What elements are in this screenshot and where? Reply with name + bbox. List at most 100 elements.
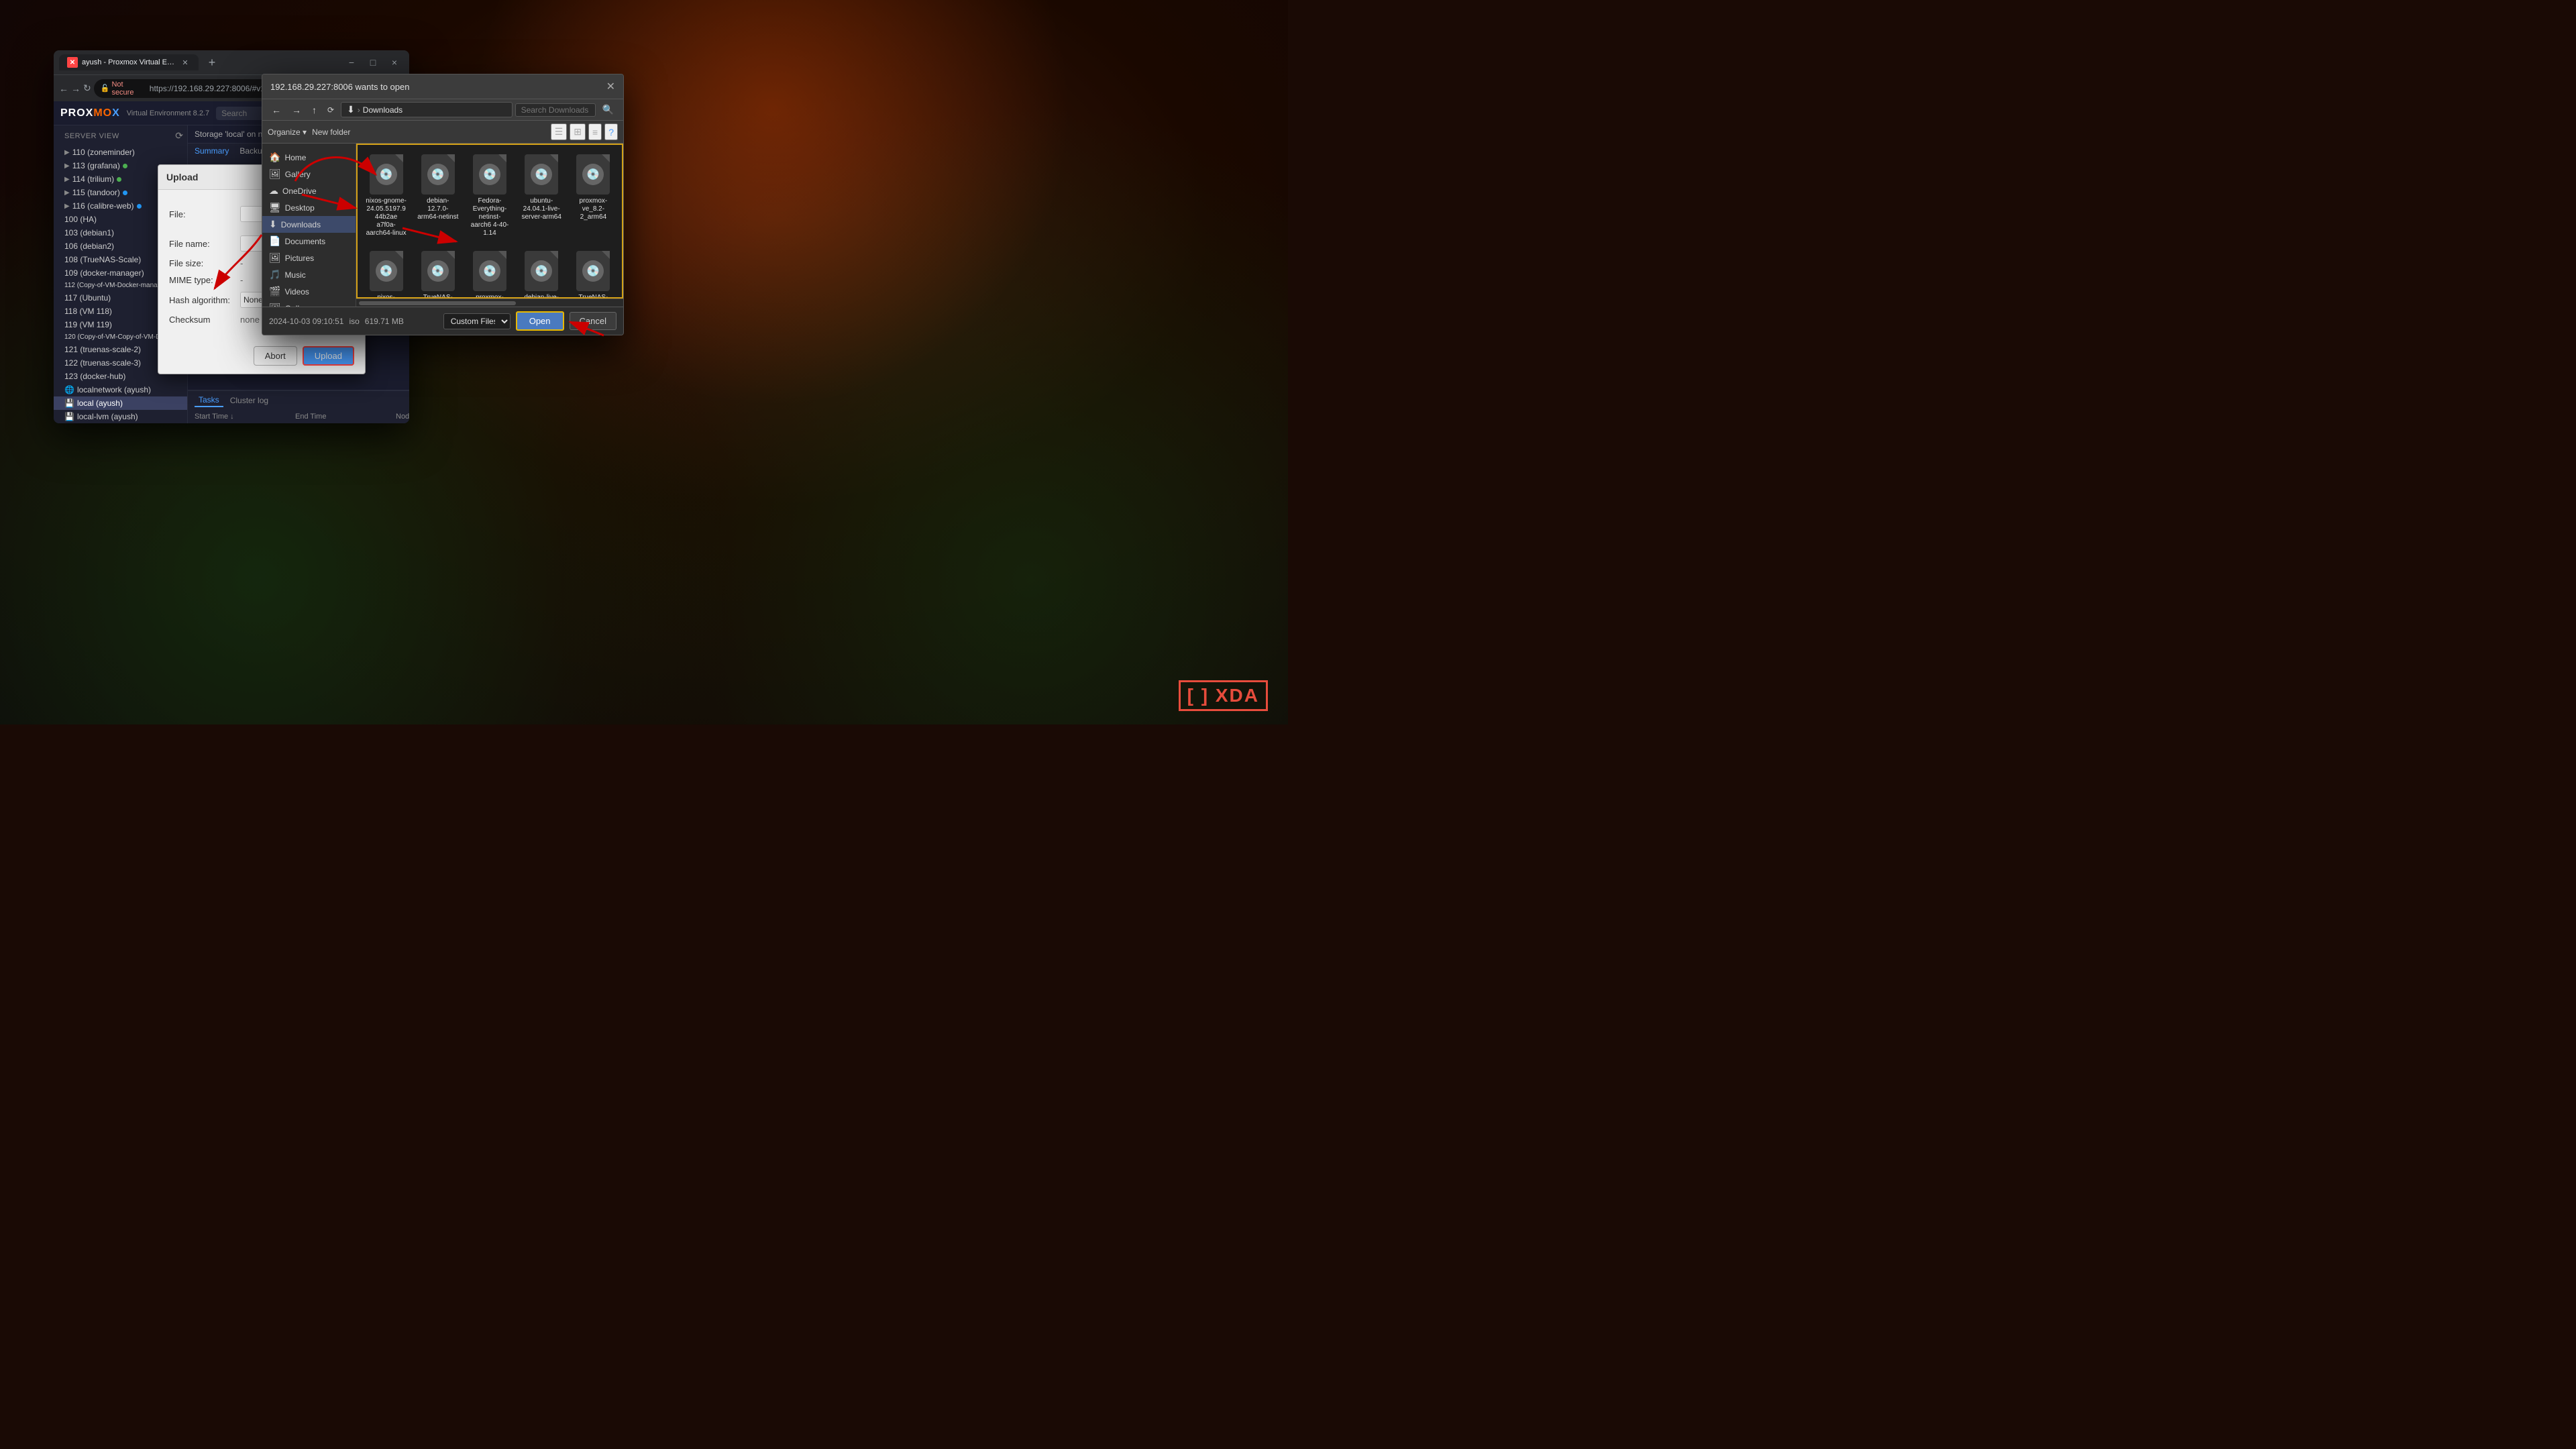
window-controls: − □ ×	[342, 53, 404, 72]
fp-sidebar-desktop[interactable]: 🖥 Desktop	[262, 199, 356, 216]
proxmox-logo: PROXMOX	[60, 107, 120, 119]
fp-file-truenas-scale1[interactable]: 💿 TrueNAS-SCALE-...	[415, 247, 461, 299]
fp-search-input[interactable]	[515, 103, 596, 117]
fp-iso-disc-nixos: 💿	[376, 164, 397, 185]
fp-file-nixos-gnome[interactable]: 💿 nixos-gnome-24.05.5197.944b2ae a7f0a-a…	[363, 150, 409, 241]
fp-sidebar-onedrive[interactable]: ☁ OneDrive	[262, 182, 356, 199]
fp-sidebar-gallery1[interactable]: 🖼 Gallery	[262, 166, 356, 182]
logo-x: X	[86, 107, 94, 119]
fp-music-label: Music	[284, 270, 305, 280]
fp-file-debian-arm64[interactable]: 💿 debian-12.7.0-arm64-netinst	[415, 150, 461, 241]
col-end-time: End Time	[295, 413, 396, 421]
fp-toolbar: ← → ↑ ⟳ ⬇ › Downloads 🔍	[262, 99, 623, 121]
logo-x2: X	[112, 107, 120, 119]
fp-list-view-btn[interactable]: ☰	[551, 123, 568, 140]
fp-path-bar[interactable]: ⬇ › Downloads	[341, 102, 513, 117]
back-btn[interactable]: ←	[59, 79, 68, 98]
fp-organize-btn[interactable]: Organize ▾	[268, 127, 307, 137]
browser-tab[interactable]: ✕ ayush - Proxmox Virtual Enviro... ✕	[59, 54, 199, 70]
fp-sidebar-downloads[interactable]: ⬇ Downloads	[262, 216, 356, 233]
fp-close-btn[interactable]: ✕	[606, 80, 615, 93]
fp-sidebar-documents[interactable]: 📄 Documents	[262, 233, 356, 250]
fp-file-proxmox-2[interactable]: 💿 proxmox-ve_8.2-...	[466, 247, 513, 299]
fp-iso-disc-ubuntu: 💿	[531, 164, 552, 185]
tasks-tab[interactable]: Tasks	[195, 394, 223, 407]
sidebar-label-trilium: 114 (trilium)	[72, 174, 114, 184]
menu-summary[interactable]: Summary	[195, 146, 229, 165]
sidebar-icon-local: 💾	[64, 398, 74, 408]
fp-file-fedora[interactable]: 💿 Fedora-Everything-netinst-aarch6 4-40-…	[466, 150, 513, 241]
server-view-refresh[interactable]: ⟳	[175, 130, 183, 142]
sidebar-item-local-ayush[interactable]: 💾 local (ayush)	[54, 396, 187, 410]
vm-icon-calibre: ▶	[64, 203, 70, 210]
close-btn[interactable]: ×	[385, 53, 404, 72]
refresh-btn[interactable]: ↻	[83, 79, 91, 98]
fp-documents-label: Documents	[284, 237, 325, 246]
fp-pictures-icon: 🖼	[269, 252, 281, 264]
fp-filename-truenas2: TrueNAS-SCALE-...	[573, 294, 614, 299]
fp-details-view-btn[interactable]: ≡	[588, 123, 602, 140]
fp-file-icon-fedora: 💿	[473, 154, 506, 195]
fp-file-truenas-scale2[interactable]: 💿 TrueNAS-SCALE-...	[570, 247, 616, 299]
fp-sidebar-home[interactable]: 🏠 Home	[262, 149, 356, 166]
fp-hscrollbar-thumb[interactable]	[359, 301, 516, 305]
fp-file-proxmox-arm64[interactable]: 💿 proxmox-ve_8.2-2_arm64	[570, 150, 616, 241]
abort-btn[interactable]: Abort	[254, 346, 297, 366]
fp-filename-debian-arm64: debian-12.7.0-arm64-netinst	[417, 197, 458, 221]
col-node: Node	[396, 413, 409, 421]
tasks-bar: Tasks Cluster log	[188, 390, 409, 410]
fp-sidebar-videos[interactable]: 🎬 Videos	[262, 283, 356, 300]
fp-desktop-label: Desktop	[285, 203, 315, 213]
fp-help-btn[interactable]: ?	[604, 123, 618, 140]
fp-new-folder-btn[interactable]: New folder	[312, 127, 350, 137]
fp-filetype-select[interactable]: Custom Files	[443, 313, 511, 329]
filename-label: File name:	[169, 239, 236, 249]
fp-file-icon-ubuntu-arm64: 💿	[525, 154, 558, 195]
fp-file-nixos-plasma[interactable]: 💿 nixos-plasma6-2...	[363, 247, 409, 299]
sidebar-label-ha: 100 (HA)	[64, 215, 97, 224]
fp-onedrive-icon: ☁	[269, 185, 278, 197]
sidebar-item-local-lvm[interactable]: 💾 local-lvm (ayush)	[54, 410, 187, 423]
status-dot-tandoor	[123, 191, 127, 195]
tab-close-btn[interactable]: ✕	[180, 57, 191, 68]
fp-cancel-btn[interactable]: Cancel	[570, 312, 616, 330]
fp-file-debian-live[interactable]: 💿 debian-live-12.7...	[519, 247, 565, 299]
fp-grid-view-btn[interactable]: ⊞	[570, 123, 586, 140]
fp-documents-icon: 📄	[269, 235, 280, 247]
sidebar-label-truenas2: 121 (truenas-scale-2)	[64, 345, 141, 354]
fp-refresh-btn[interactable]: ⟳	[323, 104, 338, 116]
fp-hscrollbar[interactable]	[356, 299, 623, 307]
sidebar-label-copy-vm: 112 (Copy-of-VM-Docker-manager)	[64, 282, 170, 289]
fp-file-icon-nixos-gnome: 💿	[370, 154, 403, 195]
fp-action-bar: Organize ▾ New folder ☰ ⊞ ≡ ?	[262, 121, 623, 144]
sidebar-label-docker-mgr: 109 (docker-manager)	[64, 268, 144, 278]
fp-iso-disc-nixos-plasma: 💿	[376, 260, 397, 282]
sidebar-item-localnetwork[interactable]: 🌐 localnetwork (ayush)	[54, 383, 187, 396]
fp-desktop-icon: 🖥	[269, 202, 281, 213]
fp-pictures-label: Pictures	[285, 254, 314, 263]
minimize-btn[interactable]: −	[342, 53, 361, 72]
forward-btn[interactable]: →	[71, 79, 80, 98]
sidebar-item-zoneminder[interactable]: ▶ 110 (zoneminder)	[54, 146, 187, 159]
fp-file-ubuntu-arm64[interactable]: 💿 ubuntu-24.04.1-live-server-arm64	[519, 150, 565, 241]
fp-sidebar-gallery2[interactable]: 🖼 Gallery	[262, 300, 356, 307]
fp-filename-debian-live: debian-live-12.7...	[521, 294, 562, 299]
fp-search-btn[interactable]: 🔍	[598, 103, 618, 117]
col-start-time: Start Time ↓	[195, 413, 295, 421]
cluster-log-tab[interactable]: Cluster log	[230, 396, 268, 405]
fp-back-btn[interactable]: ←	[268, 103, 285, 117]
fp-files-area: 💿 nixos-gnome-24.05.5197.944b2ae a7f0a-a…	[356, 144, 623, 299]
fp-organize-label: Organize ▾	[268, 127, 307, 137]
fp-up-btn[interactable]: ↑	[308, 103, 321, 117]
maximize-btn[interactable]: □	[364, 53, 382, 72]
status-dot-grafana	[123, 164, 127, 168]
dialog-footer: Abort Upload	[158, 341, 365, 374]
fp-sidebar-pictures[interactable]: 🖼 Pictures	[262, 250, 356, 266]
upload-btn[interactable]: Upload	[303, 346, 354, 366]
fp-file-icon-proxmox-arm64: 💿	[576, 154, 610, 195]
fp-sidebar-music[interactable]: 🎵 Music	[262, 266, 356, 283]
fp-forward-btn[interactable]: →	[288, 103, 305, 117]
new-tab-btn[interactable]: +	[203, 53, 221, 72]
fp-open-btn[interactable]: Open	[516, 311, 564, 331]
vm-icon-tandoor: ▶	[64, 189, 70, 197]
